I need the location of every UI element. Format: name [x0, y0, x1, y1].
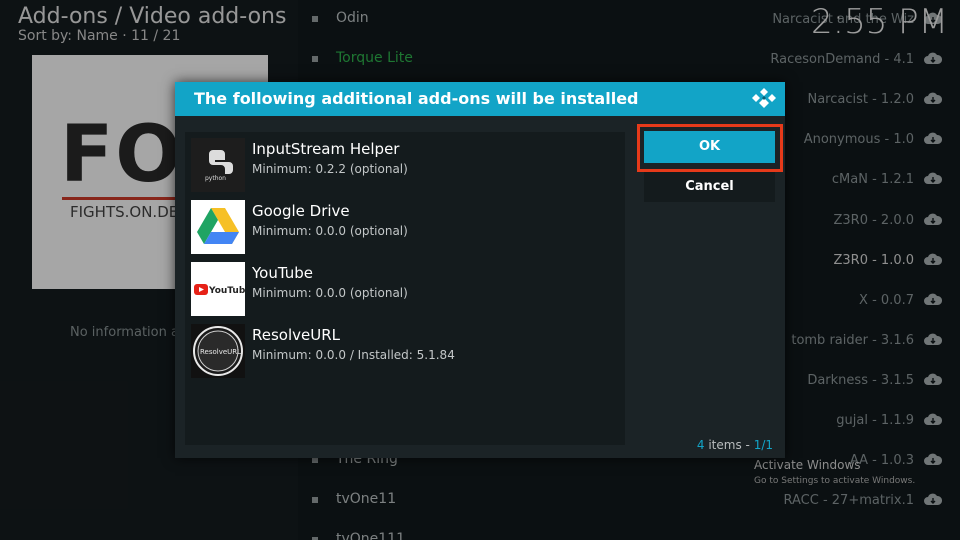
item-count-number: 4 [696, 438, 705, 452]
resolveurl-wordmark: ResolveURL [200, 348, 241, 356]
item-count-label: items - [708, 438, 750, 452]
dialog-header: The following additional add-ons will be… [175, 82, 785, 116]
item-count-page: 1/1 [753, 438, 773, 452]
dependency-item[interactable]: YouTube YouTube Minimum: 0.0.0 (optional… [191, 260, 619, 318]
youtube-icon: YouTube [191, 262, 245, 316]
resolveurl-icon: ResolveURL [191, 324, 245, 378]
dependency-name: ResolveURL [252, 326, 341, 344]
youtube-wordmark: YouTube [208, 286, 245, 296]
dependency-item[interactable]: Google Drive Minimum: 0.0.0 (optional) [191, 198, 619, 256]
python-wordmark: python [205, 175, 226, 182]
dependency-item[interactable]: python InputStream Helper Minimum: 0.2.2… [191, 136, 619, 194]
kodi-logo-icon [752, 88, 776, 108]
cancel-button[interactable]: Cancel [644, 172, 775, 202]
dependency-detail: Minimum: 0.0.0 (optional) [252, 224, 408, 238]
dialog-title: The following additional add-ons will be… [194, 89, 639, 108]
dependency-name: InputStream Helper [252, 140, 400, 158]
dependency-item[interactable]: ResolveURL ResolveURL Minimum: 0.0.0 / I… [191, 322, 619, 380]
item-count: 4 items - 1/1 [697, 438, 773, 452]
dependency-list: python InputStream Helper Minimum: 0.2.2… [185, 132, 625, 445]
ok-button[interactable]: OK [644, 131, 775, 163]
dependency-dialog: The following additional add-ons will be… [175, 82, 785, 458]
dependency-detail: Minimum: 0.0.0 (optional) [252, 286, 408, 300]
python-icon: python [191, 138, 245, 192]
dependency-detail: Minimum: 0.2.2 (optional) [252, 162, 408, 176]
dependency-name: YouTube [252, 264, 313, 282]
dependency-detail: Minimum: 0.0.0 / Installed: 5.1.84 [252, 348, 455, 362]
dependency-name: Google Drive [252, 202, 350, 220]
google-drive-icon [191, 200, 245, 254]
